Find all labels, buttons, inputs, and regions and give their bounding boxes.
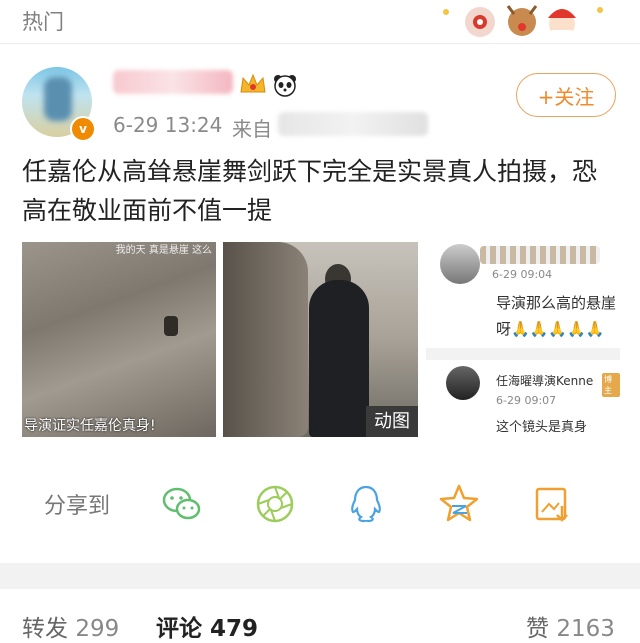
comment-label: 评论 xyxy=(156,616,202,642)
repost-count: 299 xyxy=(75,616,120,642)
section-divider xyxy=(0,563,640,589)
post-image-2[interactable]: 动图 xyxy=(223,242,418,437)
rock-wall xyxy=(223,242,308,437)
share-label: 分享到 xyxy=(44,494,111,519)
repost-label: 转发 xyxy=(22,616,68,642)
repost-tab[interactable]: 转发 299 xyxy=(22,609,119,643)
director-name: 任海曜導演Kenne xyxy=(496,374,594,388)
username-blurred[interactable] xyxy=(113,70,233,94)
image-overlay-text: 我的天 真是悬崖 这么 xyxy=(115,245,212,256)
reply-time: 6-29 09:07 xyxy=(496,394,557,407)
moments-icon[interactable] xyxy=(253,482,297,526)
post-source-prefix: 来自 xyxy=(232,117,272,141)
comment-count: 479 xyxy=(210,616,259,642)
like-tab[interactable]: 赞 2163 xyxy=(526,609,615,643)
comment-screenshot-1: 6-29 09:04 导演那么高的悬崖呀🙏🙏🙏🙏🙏 xyxy=(426,242,620,350)
cliff-figure xyxy=(164,316,178,336)
gif-label: 动图 xyxy=(366,406,418,437)
holiday-decoration-icon xyxy=(443,5,603,38)
comment-text: 导演那么高的悬崖呀🙏🙏🙏🙏🙏 xyxy=(496,294,617,338)
actor-figure xyxy=(309,280,369,437)
director-avatar xyxy=(446,366,480,400)
comment-time: 6-29 09:04 xyxy=(492,268,553,281)
panda-badge-icon xyxy=(274,75,296,97)
comment-tab[interactable]: 评论 479 xyxy=(156,609,258,643)
commenter-name-blurred xyxy=(480,246,600,264)
post-image-1[interactable]: 我的天 真是悬崖 这么 导演证实任嘉伦真身! xyxy=(22,242,216,437)
author-badge: 博主 xyxy=(602,373,620,397)
save-image-icon[interactable] xyxy=(530,482,574,526)
like-label: 赞 xyxy=(526,616,549,642)
like-count: 2163 xyxy=(556,616,615,642)
header-divider xyxy=(0,43,640,44)
comment-divider xyxy=(426,348,620,360)
post-time: 6-29 13:24 xyxy=(113,113,223,137)
verified-badge-icon: v xyxy=(70,116,96,142)
qq-icon[interactable] xyxy=(344,482,388,526)
qzone-icon[interactable] xyxy=(437,482,481,526)
wechat-icon[interactable] xyxy=(160,482,204,526)
crown-badge-icon xyxy=(240,73,266,93)
post-source-blurred xyxy=(278,112,428,136)
post-image-3[interactable]: 6-29 09:04 导演那么高的悬崖呀🙏🙏🙏🙏🙏 任海曜導演Kenne 博主 … xyxy=(426,242,620,437)
commenter-avatar xyxy=(440,244,480,284)
page-title: 热门 xyxy=(22,10,64,34)
image-caption: 导演证实任嘉伦真身! xyxy=(24,418,156,434)
post-text: 任嘉伦从高耸悬崖舞剑跃下完全是实景真人拍摄，恐高在敬业面前不值一提 xyxy=(22,157,598,225)
follow-button[interactable]: +关注 xyxy=(516,73,616,117)
reply-text: 这个镜头是真身 xyxy=(496,420,588,435)
